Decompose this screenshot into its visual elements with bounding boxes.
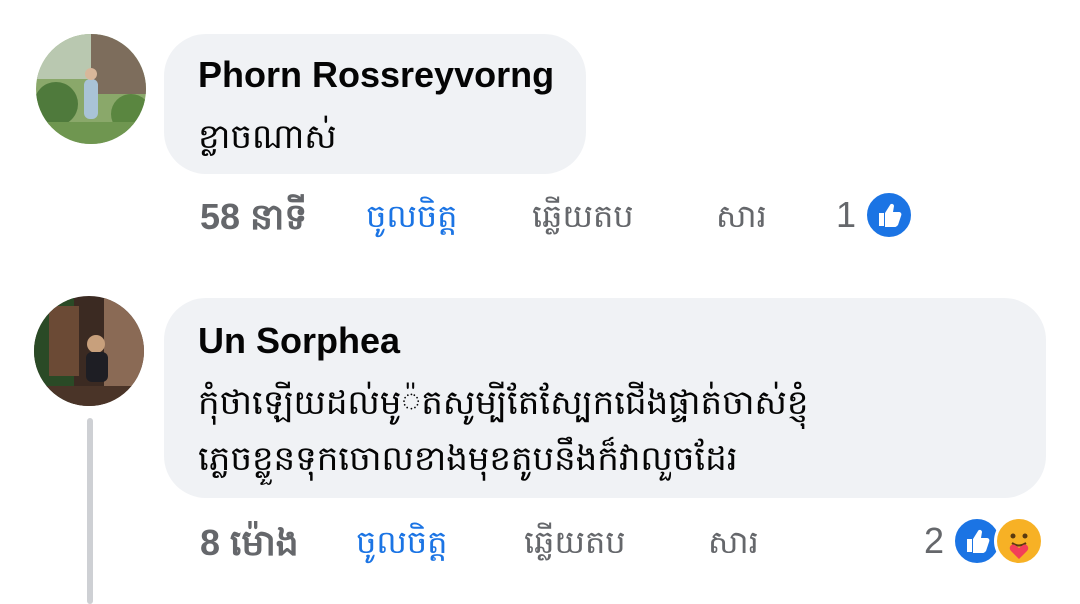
like-button[interactable]: ចូលចិត្ត [356, 522, 447, 569]
comment-bubble: Un Sorphea កុំថាឡើយដល់មូ៉តសូម្បីតែស្បែកជ… [164, 298, 1046, 498]
reply-thread-line [87, 418, 93, 604]
like-button[interactable]: ចូលចិត្ត [366, 196, 457, 243]
comment-bubble: Phorn Rossreyvorng ខ្លាចណាស់ [164, 34, 586, 174]
care-icon[interactable] [994, 516, 1044, 566]
reaction-count[interactable]: 1 [836, 194, 856, 236]
avatar-un-sorphea[interactable] [34, 296, 144, 406]
comment-text-line-2: ភ្លេចខ្លួនទុកចោលខាងមុខតូបនឹងក៏វាលួចដែរ [198, 439, 738, 479]
comment-text-line-1: កុំថាឡើយដល់មូ៉តសូម្បីតែស្បែកជើងផ្ទាត់ចាស… [198, 383, 809, 423]
comment-time[interactable]: 8 ម៉ោង [200, 520, 299, 573]
like-icon[interactable] [864, 190, 914, 240]
comment-author[interactable]: Phorn Rossreyvorng [198, 54, 554, 96]
comment-text: ខ្លាចណាស់ [198, 117, 337, 157]
comment-time[interactable]: 58 នាទី [200, 194, 307, 247]
reaction-count[interactable]: 2 [924, 520, 944, 562]
reply-button[interactable]: ឆ្លើយតប [532, 196, 634, 243]
avatar-phorn[interactable] [36, 34, 146, 144]
message-button[interactable]: សារ [708, 522, 759, 569]
message-button[interactable]: សារ [716, 196, 767, 243]
comment-author[interactable]: Un Sorphea [198, 320, 400, 362]
reply-button[interactable]: ឆ្លើយតប [524, 522, 626, 569]
